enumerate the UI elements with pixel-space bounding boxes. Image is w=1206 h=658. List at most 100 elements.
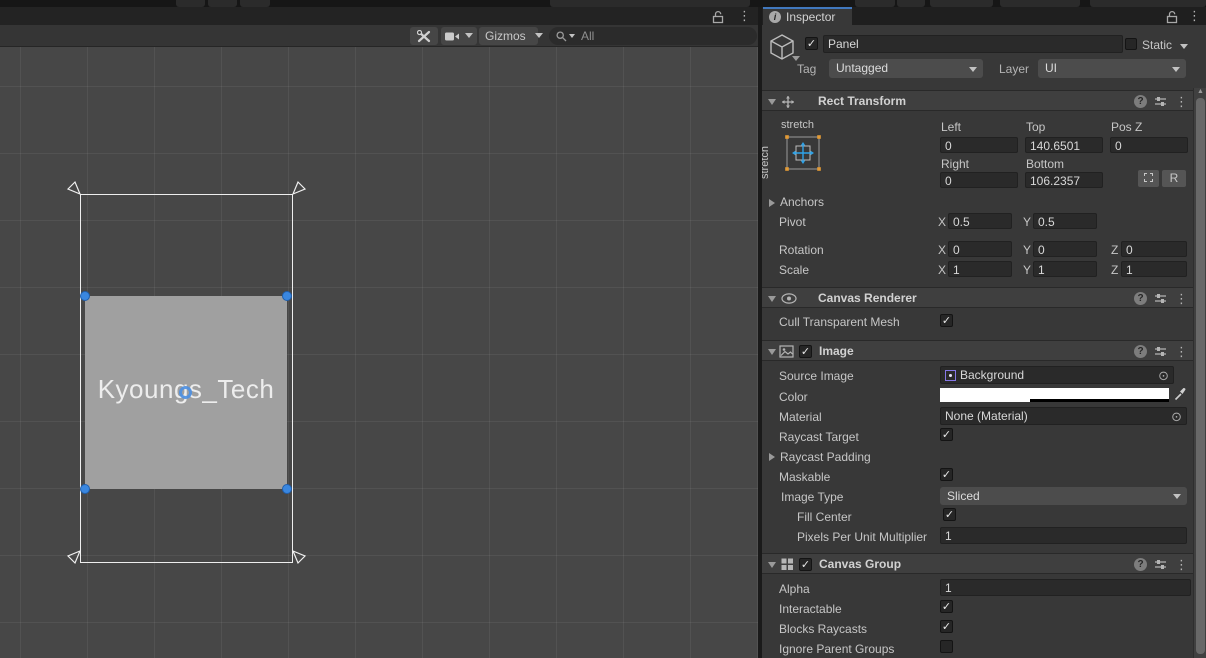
- eyedropper-icon[interactable]: [1174, 387, 1187, 401]
- cull-transparent-mesh-checkbox[interactable]: ✓: [940, 314, 953, 327]
- scene-menu-icon[interactable]: ⋮: [738, 9, 751, 22]
- scale-z-field[interactable]: 1: [1121, 261, 1187, 277]
- static-caret-icon[interactable]: [1180, 44, 1188, 49]
- presets-icon[interactable]: [1154, 558, 1167, 571]
- left-field[interactable]: 0: [940, 137, 1018, 153]
- scene-viewport[interactable]: Kyoungs_Tech: [0, 47, 758, 658]
- corner-handle-bottom-right[interactable]: [282, 484, 292, 494]
- rotation-y-field[interactable]: 0: [1033, 241, 1097, 257]
- anchors-foldout-icon[interactable]: [769, 199, 775, 207]
- scene-tools-button[interactable]: [410, 27, 438, 45]
- scene-search-field[interactable]: All: [549, 27, 757, 45]
- section-menu-icon[interactable]: ⋮: [1175, 558, 1188, 571]
- foldout-icon[interactable]: [768, 296, 776, 302]
- raw-edit-button[interactable]: R: [1162, 170, 1186, 187]
- presets-icon[interactable]: [1154, 292, 1167, 305]
- raycast-target-checkbox[interactable]: ✓: [940, 428, 953, 441]
- object-picker-icon[interactable]: ⊙: [1158, 369, 1169, 382]
- color-swatch[interactable]: [940, 388, 1169, 402]
- toolbar-button[interactable]: [208, 0, 237, 7]
- scrollbar-up-icon[interactable]: ▲: [1196, 88, 1205, 95]
- material-field[interactable]: None (Material) ⊙: [940, 407, 1187, 425]
- unlock-icon[interactable]: [712, 10, 724, 24]
- image-type-dropdown[interactable]: Sliced: [940, 487, 1187, 505]
- presets-icon[interactable]: [1154, 345, 1167, 358]
- help-icon[interactable]: ?: [1134, 95, 1147, 108]
- pivot-y-field[interactable]: 0.5: [1033, 213, 1097, 229]
- scrollbar-thumb[interactable]: [1196, 98, 1205, 654]
- image-header[interactable]: ✓ Image ? ⋮: [762, 340, 1194, 361]
- anchor-handle-top-left[interactable]: [66, 180, 82, 196]
- corner-handle-bottom-left[interactable]: [80, 484, 90, 494]
- pivot-y-label: Y: [1023, 215, 1031, 230]
- right-field[interactable]: 0: [940, 172, 1018, 188]
- gameobject-name-field[interactable]: Panel: [823, 35, 1123, 53]
- anchor-handle-top-right[interactable]: [291, 180, 307, 196]
- panel-rect[interactable]: Kyoungs_Tech: [85, 296, 287, 489]
- object-picker-icon[interactable]: ⊙: [1171, 410, 1182, 423]
- maskable-checkbox[interactable]: ✓: [940, 468, 953, 481]
- static-label[interactable]: Static: [1142, 38, 1172, 53]
- foldout-icon[interactable]: [768, 349, 776, 355]
- anchor-handle-bottom-right[interactable]: [291, 549, 307, 565]
- toolbar-button[interactable]: [176, 0, 205, 7]
- alpha-field[interactable]: 1: [940, 579, 1191, 596]
- help-icon[interactable]: ?: [1134, 558, 1147, 571]
- foldout-icon[interactable]: [768, 99, 776, 105]
- source-image-field[interactable]: Background ⊙: [940, 366, 1174, 384]
- raycast-padding-foldout-icon[interactable]: [769, 453, 775, 461]
- toolbar-button[interactable]: [240, 0, 270, 7]
- pivot-indicator[interactable]: [179, 386, 192, 399]
- blocks-raycasts-checkbox[interactable]: ✓: [940, 620, 953, 633]
- unlock-icon[interactable]: [1166, 10, 1178, 24]
- fill-center-checkbox[interactable]: ✓: [943, 508, 956, 521]
- section-menu-icon[interactable]: ⋮: [1175, 345, 1188, 358]
- pivot-x-field[interactable]: 0.5: [948, 213, 1012, 229]
- blueprint-mode-button[interactable]: [1138, 170, 1159, 187]
- tab-inspector[interactable]: i Inspector: [763, 7, 852, 25]
- interactable-checkbox[interactable]: ✓: [940, 600, 953, 613]
- toolbar-button[interactable]: [855, 0, 895, 7]
- gameobject-active-checkbox[interactable]: ✓: [805, 37, 818, 50]
- anchors-label[interactable]: Anchors: [780, 195, 824, 210]
- toolbar-button[interactable]: [930, 0, 993, 7]
- static-checkbox[interactable]: [1125, 38, 1137, 50]
- canvas-group-header[interactable]: ✓ Canvas Group ? ⋮: [762, 553, 1194, 574]
- posz-field[interactable]: 0: [1110, 137, 1188, 153]
- inspector-scrollbar[interactable]: ▲: [1193, 88, 1206, 658]
- corner-handle-top-right[interactable]: [282, 291, 292, 301]
- scale-x-field[interactable]: 1: [948, 261, 1012, 277]
- gameobject-icon-caret[interactable]: [792, 56, 800, 61]
- raycast-padding-label[interactable]: Raycast Padding: [780, 450, 871, 465]
- anchor-preset-widget[interactable]: [784, 133, 822, 173]
- scene-camera-button[interactable]: [441, 27, 477, 45]
- rotation-x-field[interactable]: 0: [948, 241, 1012, 257]
- rotation-z-field[interactable]: 0: [1121, 241, 1187, 257]
- toolbar-button[interactable]: [1090, 0, 1206, 7]
- ignore-parent-groups-checkbox[interactable]: [940, 640, 953, 653]
- section-menu-icon[interactable]: ⋮: [1175, 292, 1188, 305]
- bottom-field[interactable]: 106.2357: [1025, 172, 1103, 188]
- inspector-menu-icon[interactable]: ⋮: [1188, 9, 1201, 22]
- presets-icon[interactable]: [1154, 95, 1167, 108]
- anchor-handle-bottom-left[interactable]: [66, 549, 82, 565]
- canvas-renderer-header[interactable]: Canvas Renderer ? ⋮: [762, 287, 1194, 308]
- ppu-field[interactable]: 1: [940, 527, 1187, 544]
- top-field[interactable]: 140.6501: [1025, 137, 1103, 153]
- image-enabled-checkbox[interactable]: ✓: [799, 345, 812, 358]
- canvas-group-enabled-checkbox[interactable]: ✓: [799, 558, 812, 571]
- rect-transform-header[interactable]: Rect Transform ? ⋮: [762, 90, 1194, 111]
- foldout-icon[interactable]: [768, 562, 776, 568]
- help-icon[interactable]: ?: [1134, 292, 1147, 305]
- layer-dropdown[interactable]: UI: [1038, 59, 1186, 78]
- toolbar-button[interactable]: [1000, 0, 1080, 7]
- corner-handle-top-left[interactable]: [80, 291, 90, 301]
- gizmos-button[interactable]: Gizmos: [479, 27, 538, 45]
- cull-transparent-mesh-label: Cull Transparent Mesh: [779, 315, 900, 330]
- help-icon[interactable]: ?: [1134, 345, 1147, 358]
- tag-dropdown[interactable]: Untagged: [829, 59, 983, 78]
- scale-y-field[interactable]: 1: [1033, 261, 1097, 277]
- section-menu-icon[interactable]: ⋮: [1175, 95, 1188, 108]
- toolbar-button[interactable]: [897, 0, 925, 7]
- toolbar-button[interactable]: [550, 0, 750, 7]
